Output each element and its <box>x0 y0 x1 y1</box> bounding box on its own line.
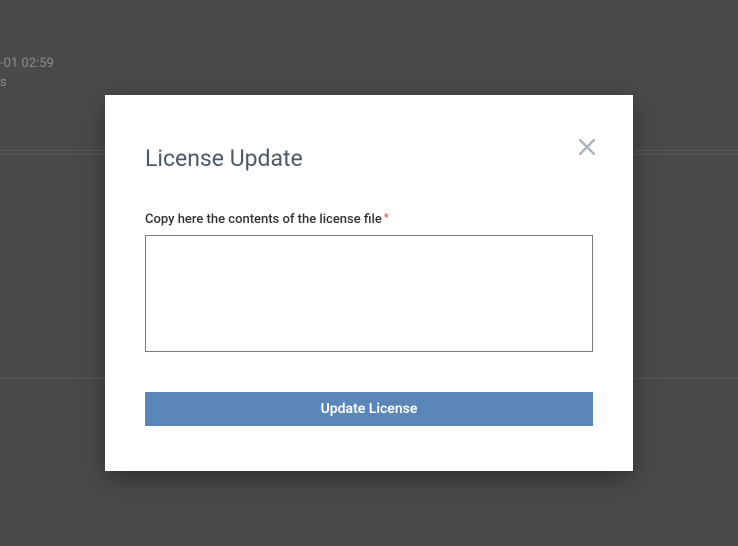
license-update-modal: License Update Copy here the contents of… <box>105 95 633 471</box>
modal-body: Copy here the contents of the license fi… <box>105 172 633 356</box>
modal-header: License Update <box>105 95 633 172</box>
bg-timestamp: -01 02:59 <box>0 56 54 71</box>
close-button[interactable] <box>575 135 599 159</box>
label-text: Copy here the contents of the license fi… <box>145 212 382 227</box>
update-license-button[interactable]: Update License <box>145 392 593 426</box>
bg-fragment: s <box>0 75 7 90</box>
modal-footer: Update License <box>105 356 633 426</box>
required-indicator: * <box>384 211 389 224</box>
license-field-label: Copy here the contents of the license fi… <box>145 212 593 227</box>
modal-title: License Update <box>145 145 593 172</box>
close-icon <box>579 139 595 155</box>
license-textarea[interactable] <box>145 235 593 352</box>
